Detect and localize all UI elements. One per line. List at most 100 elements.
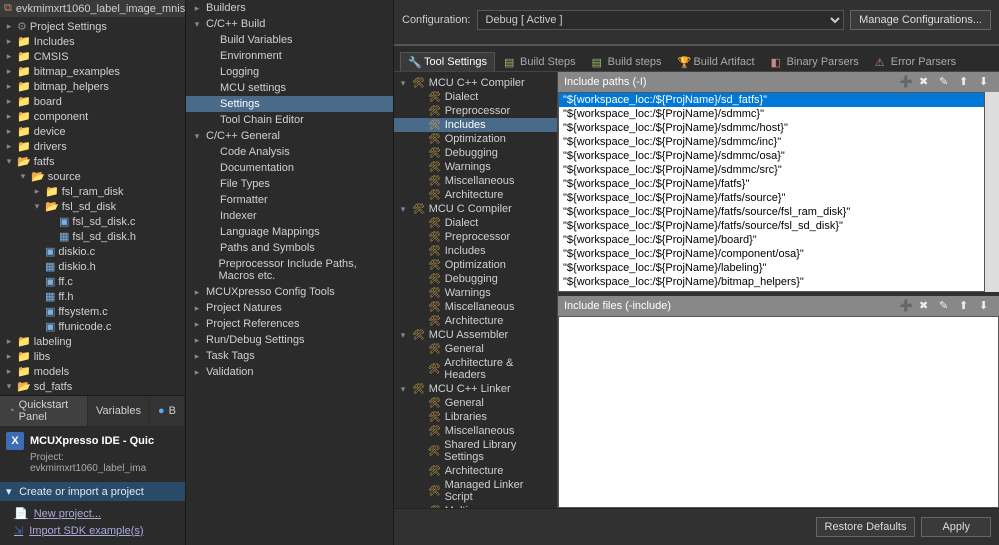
twisty-icon[interactable]: ▸ [4,36,14,47]
tool-tree-item[interactable]: 🛠Libraries [394,410,557,424]
include-files-list[interactable] [558,316,999,508]
tool-tree-item[interactable]: 🛠General [394,396,557,410]
settings-item[interactable]: Settings [186,96,393,112]
moveup-path-icon[interactable]: ⬆ [959,75,973,89]
tree-item[interactable]: ▾📂fatfs [0,154,185,169]
settings-item[interactable]: Environment [186,48,393,64]
include-path-row[interactable]: "${workspace_loc:/${ProjName}/labeling}" [559,261,984,275]
manage-configurations-button[interactable]: Manage Configurations... [850,10,991,30]
twisty-icon[interactable]: ▸ [4,96,14,107]
include-path-row[interactable]: "${workspace_loc:/${ProjName}/sdmmc/host… [559,121,984,135]
twisty-icon[interactable]: ▸ [4,126,14,137]
settings-item[interactable]: ▸Run/Debug Settings [186,332,393,348]
movedown-path-icon[interactable]: ⬇ [979,75,993,89]
tool-tree-item[interactable]: 🛠Includes [394,244,557,258]
tool-tree-item[interactable]: 🛠Preprocessor [394,104,557,118]
tree-item[interactable]: ▣ffunicode.c [0,319,185,334]
twisty-icon[interactable]: ▸ [4,141,14,152]
restore-defaults-button[interactable]: Restore Defaults [816,517,916,537]
link-new-project[interactable]: 📄 New project... [14,505,179,522]
tree-item[interactable]: ▾📂fsl_sd_disk [0,199,185,214]
settings-item[interactable]: ▸Validation [186,364,393,380]
include-path-row[interactable]: "${workspace_loc:/${ProjName}/fatfs/sour… [559,205,984,219]
tree-item[interactable]: ▸📁models [0,364,185,379]
settings-item[interactable]: Formatter [186,192,393,208]
include-path-row[interactable]: "${workspace_loc:/${ProjName}/component/… [559,247,984,261]
include-path-row[interactable]: "${workspace_loc:/${ProjName}/fatfs}" [559,177,984,191]
tool-tree-item[interactable]: 🛠Shared Library Settings [394,438,557,464]
link-import-sdk[interactable]: ⇲ Import SDK example(s) [14,522,179,539]
tool-tree-item[interactable]: ▾🛠MCU Assembler [394,328,557,342]
settings-item[interactable]: ▸Project Natures [186,300,393,316]
include-path-row[interactable]: "${workspace_loc:/${ProjName}/models}" [559,289,984,292]
scrollbar[interactable] [985,92,999,292]
tool-tree-item[interactable]: 🛠Preprocessor [394,230,557,244]
twisty-icon[interactable]: ▸ [4,336,14,347]
tool-tree-item[interactable]: 🛠Debugging [394,272,557,286]
include-paths-list[interactable]: "${workspace_loc:/${ProjName}/sd_fatfs}"… [558,92,985,292]
tree-item[interactable]: ▾📂source [0,169,185,184]
settings-item[interactable]: MCU settings [186,80,393,96]
tree-item[interactable]: ▦ff.h [0,289,185,304]
twisty-icon[interactable]: ▸ [192,319,202,330]
tool-tree-item[interactable]: ▾🛠MCU C++ Compiler [394,76,557,90]
twisty-icon[interactable]: ▾ [398,78,408,89]
tool-tree-item[interactable]: ▾🛠MCU C++ Linker [394,382,557,396]
twisty-icon[interactable]: ▾ [398,330,408,341]
settings-item[interactable]: ▾C/C++ Build [186,16,393,32]
include-path-row[interactable]: "${workspace_loc:/${ProjName}/fatfs/sour… [559,219,984,233]
include-path-row[interactable]: "${workspace_loc:/${ProjName}/bitmap_hel… [559,275,984,289]
tree-item[interactable]: ▦diskio.h [0,259,185,274]
delete-file-icon[interactable]: ✖ [919,299,933,313]
tree-item[interactable]: ▣fsl_sd_disk.c [0,214,185,229]
twisty-icon[interactable]: ▾ [4,381,14,392]
project-tree[interactable]: ▸⚙Project Settings▸📁Includes▸📁CMSIS▸📁bit… [0,17,185,395]
twisty-icon[interactable]: ▾ [4,156,14,167]
tool-tree-item[interactable]: 🛠Architecture [394,464,557,478]
tab-build-steps[interactable]: ▤Build Steps [497,52,583,71]
tool-tree-item[interactable]: 🛠Optimization [394,132,557,146]
include-path-row[interactable]: "${workspace_loc:/${ProjName}/fatfs/sour… [559,191,984,205]
tree-item[interactable]: ▸⚙Project Settings [0,19,185,34]
settings-item[interactable]: Language Mappings [186,224,393,240]
add-path-icon[interactable]: ➕ [899,75,913,89]
tool-tree-item[interactable]: 🛠Includes [394,118,557,132]
movedown-file-icon[interactable]: ⬇ [979,299,993,313]
twisty-icon[interactable]: ▸ [192,335,202,346]
tab-breakpoints[interactable]: ● B [150,396,184,426]
twisty-icon[interactable]: ▸ [32,186,42,197]
delete-path-icon[interactable]: ✖ [919,75,933,89]
tree-item[interactable]: ▸📁device [0,124,185,139]
twisty-icon[interactable]: ▸ [4,51,14,62]
settings-item[interactable]: ▾C/C++ General [186,128,393,144]
settings-categories-panel[interactable]: ▸Builders▾C/C++ BuildBuild VariablesEnvi… [186,0,394,545]
add-file-icon[interactable]: ➕ [899,299,913,313]
tool-tree-item[interactable]: 🛠Miscellaneous [394,174,557,188]
tool-tree-item[interactable]: 🛠Dialect [394,216,557,230]
twisty-icon[interactable]: ▸ [4,111,14,122]
tool-tree-item[interactable]: 🛠General [394,342,557,356]
twisty-icon[interactable]: ▸ [192,3,202,14]
tree-item[interactable]: ▸📁drivers [0,139,185,154]
include-path-row[interactable]: "${workspace_loc:/${ProjName}/sdmmc/src}… [559,163,984,177]
tree-item[interactable]: ▸📁bitmap_helpers [0,79,185,94]
apply-button[interactable]: Apply [921,517,991,537]
tool-tree-item[interactable]: 🛠Warnings [394,286,557,300]
tree-item[interactable]: ▣ffsystem.c [0,304,185,319]
settings-item[interactable]: ▸Project References [186,316,393,332]
settings-item[interactable]: Paths and Symbols [186,240,393,256]
project-root[interactable]: ⧉ evkmimxrt1060_label_image_mnist [0,0,185,17]
tool-tree-item[interactable]: 🛠Managed Linker Script [394,478,557,504]
tab-build-steps2[interactable]: ▤Build steps [585,52,669,71]
twisty-icon[interactable]: ▸ [192,351,202,362]
configuration-select[interactable]: Debug [ Active ] [477,10,845,30]
settings-item[interactable]: ▸MCUXpresso Config Tools [186,284,393,300]
tree-item[interactable]: ▣ff.c [0,274,185,289]
tool-tree-item[interactable]: 🛠Dialect [394,90,557,104]
moveup-file-icon[interactable]: ⬆ [959,299,973,313]
settings-item[interactable]: Indexer [186,208,393,224]
twisty-icon[interactable]: ▸ [192,287,202,298]
tree-item[interactable]: ▦fsl_sd_disk.h [0,229,185,244]
tool-tree-item[interactable]: 🛠Miscellaneous [394,300,557,314]
tree-item[interactable]: ▸📁CMSIS [0,49,185,64]
